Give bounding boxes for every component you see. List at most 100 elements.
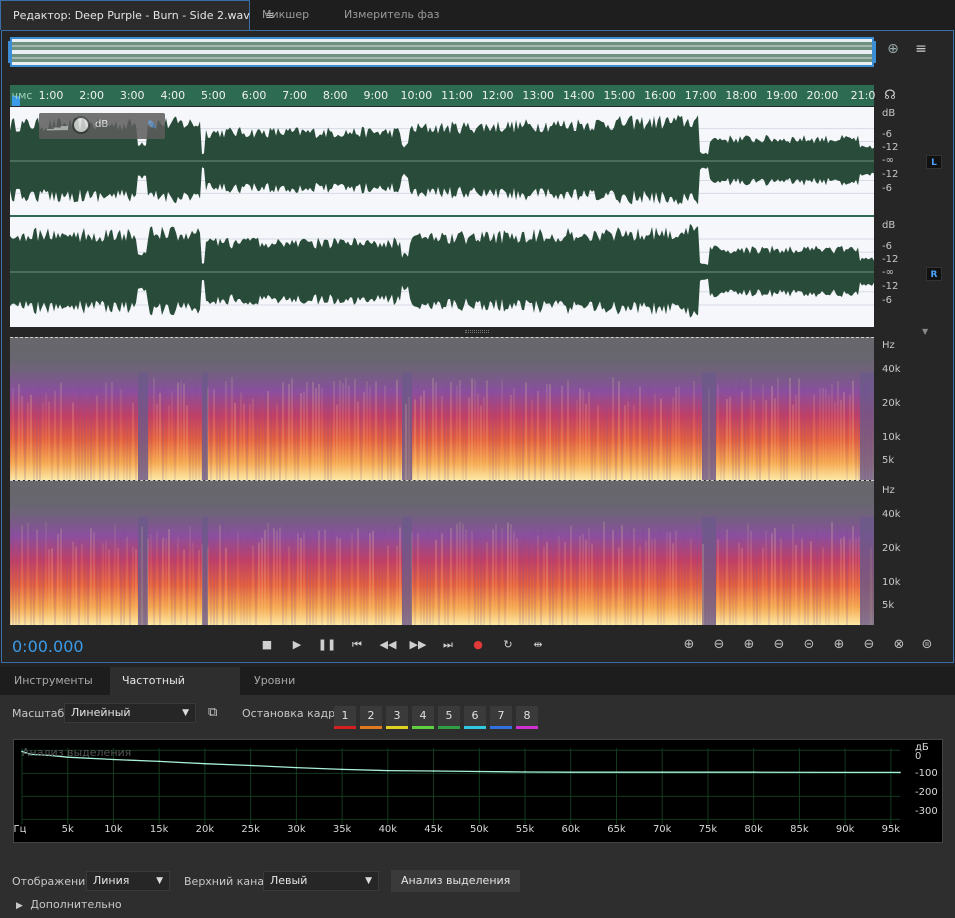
freeze-frame-color-4 (412, 726, 434, 729)
data-point (432, 770, 435, 772)
scale-dropdown-value: Линейный (71, 706, 131, 719)
freeze-frame-button-7[interactable]: 7 (490, 706, 512, 726)
overview-navigator[interactable] (8, 37, 876, 67)
top-channel-dropdown[interactable]: Левый ▼ (263, 871, 379, 891)
db-scale-left-tick: -12 (882, 169, 899, 180)
freeze-frame-button-2[interactable]: 2 (360, 706, 382, 726)
play-button[interactable]: ▶ (286, 634, 308, 656)
copy-icon[interactable]: ⧉ (208, 705, 226, 721)
view-splitter[interactable]: ▼ (10, 327, 946, 337)
x-tick-label: 75k (698, 824, 718, 835)
zoom-out-amplitude-icon[interactable]: ⊖ (708, 634, 730, 656)
channel-right-toggle[interactable]: R (926, 267, 942, 281)
overview-right-handle[interactable] (872, 41, 876, 63)
y-tick-label: 0 (915, 751, 922, 762)
rewind-button[interactable]: ◀◀ (377, 634, 399, 656)
ruler-tick-label: 5:00 (201, 89, 226, 102)
chevron-down-icon: ▼ (182, 708, 189, 718)
fast-forward-button[interactable]: ▶▶ (407, 634, 429, 656)
pause-button[interactable]: ❚❚ (316, 634, 338, 656)
chevron-down-icon: ▼ (365, 876, 372, 886)
hz-scale-tick: 10k (882, 577, 901, 588)
y-tick-label: -300 (915, 806, 938, 817)
data-point (249, 764, 252, 767)
zoom-to-selection-icon[interactable]: ⊕ (884, 41, 902, 59)
chevron-right-icon: ▶ (16, 901, 23, 911)
list-icon[interactable]: ≡ (912, 41, 930, 59)
zoom-selection-icon[interactable]: ⊗ (888, 634, 910, 656)
tab-tools[interactable]: Инструменты (2, 667, 105, 695)
display-dropdown[interactable]: Линия ▼ (86, 871, 170, 891)
tab-frequency-analysis[interactable]: Частотный анализ ≡ (110, 667, 240, 715)
freeze-frame-button-6[interactable]: 6 (464, 706, 486, 726)
tab-mixer[interactable]: Микшер (250, 0, 332, 30)
loop-button[interactable]: ↻ (497, 634, 519, 656)
data-point (899, 771, 901, 774)
x-tick-label: 15k (149, 824, 169, 835)
ruler-tick-label: 18:00 (725, 89, 758, 102)
analyze-selection-button[interactable]: Анализ выделения (391, 870, 521, 892)
skip-selection-button[interactable]: ⇹ (527, 634, 549, 656)
ruler-tick-label: 14:00 (562, 89, 595, 102)
zoom-in-point-icon[interactable]: ⊕ (828, 634, 850, 656)
ruler-unit: чмс (11, 89, 33, 102)
data-point (569, 771, 572, 773)
x-tick-label: 5k (61, 824, 74, 835)
time-ruler[interactable]: чмс 1:00 2:00 3:00 4:00 5:00 6:00 7:00 8:00 9:00… (10, 85, 875, 106)
zoom-in-time-icon[interactable]: ⊕ (738, 634, 760, 656)
db-scale-right-tick: -12 (882, 254, 899, 265)
zoom-in-amplitude-icon[interactable]: ⊕ (678, 634, 700, 656)
hz-scale-tick: 10k (882, 432, 901, 443)
record-button[interactable]: ● (467, 634, 489, 656)
spectral-display-right[interactable] (10, 481, 874, 625)
x-tick-label: 45k (424, 824, 443, 835)
ruler-tick-label: 12:00 (481, 89, 514, 102)
headphones-icon[interactable]: ☊ (881, 88, 899, 106)
volume-knob[interactable] (72, 116, 90, 134)
previous-button[interactable]: ⏮ (346, 634, 368, 656)
db-scale-right-tick: -∞ (882, 267, 894, 278)
ruler-tick-label: 20:00 (806, 89, 839, 102)
freeze-frame-label: Остановка кадра: (242, 707, 346, 720)
waveform-right-graphic (10, 223, 874, 318)
spectral-display-left[interactable] (10, 337, 874, 480)
tab-levels[interactable]: Уровни (242, 667, 307, 695)
current-time-display[interactable]: 0:00.000 (12, 637, 84, 656)
zoom-out-full-icon[interactable]: ⊝ (798, 634, 820, 656)
zoom-out-time-icon[interactable]: ⊖ (768, 634, 790, 656)
freeze-frame-button-8[interactable]: 8 (516, 706, 538, 726)
overview-left-handle[interactable] (8, 41, 12, 63)
db-scale-left-label: dB (882, 108, 896, 119)
tab-phase-meter[interactable]: Измеритель фаз (332, 0, 439, 30)
tab-editor[interactable]: Редактор: Deep Purple - Burn - Side 2.wa… (0, 0, 274, 30)
advanced-toggle[interactable]: ▶ Дополнительно (16, 898, 122, 911)
channel-left-toggle[interactable]: L (926, 155, 942, 169)
spectral-selection-edge-top (10, 337, 874, 338)
hz-scale-label: Hz (882, 340, 895, 351)
zoom-reset-icon[interactable]: ⊜ (916, 634, 938, 656)
data-point (478, 770, 481, 773)
waveform-right-channel[interactable] (10, 217, 874, 327)
pin-icon[interactable]: ✎ (147, 118, 157, 132)
freeze-frame-button-4[interactable]: 4 (412, 706, 434, 726)
freeze-frame-button-3[interactable]: 3 (386, 706, 408, 726)
ruler-tick-label: 10:00 (400, 89, 433, 102)
waveform-editor-panel: ⊕ ≡ чмс 1:00 2:00 3:00 4:00 5:00 6:00 7:00 8:00… (1, 30, 954, 663)
graph-title: Анализ выделения (22, 746, 132, 759)
spectral-selection-edge (10, 480, 874, 481)
x-tick-label: 90k (835, 824, 855, 835)
freeze-frame-color-1 (334, 726, 356, 729)
zoom-out-point-icon[interactable]: ⊖ (858, 634, 880, 656)
ruler-tick-label: 6:00 (241, 89, 267, 102)
x-tick-label: 85k (790, 824, 809, 835)
next-button[interactable]: ⏭ (437, 634, 459, 656)
db-scale-left-tick: -6 (882, 183, 892, 194)
volume-hud[interactable]: dB ✎ ▁▂▃ (39, 113, 165, 139)
hz-scale-label: Hz (882, 485, 895, 496)
scale-dropdown[interactable]: Линейный ▼ (64, 703, 196, 723)
x-tick-label: 60k (561, 824, 581, 835)
freeze-frame-button-1[interactable]: 1 (334, 706, 356, 726)
stop-button[interactable]: ■ (256, 634, 278, 656)
analysis-tab-bar: Инструменты Частотный анализ ≡ Уровни (0, 667, 955, 715)
freeze-frame-button-5[interactable]: 5 (438, 706, 460, 726)
